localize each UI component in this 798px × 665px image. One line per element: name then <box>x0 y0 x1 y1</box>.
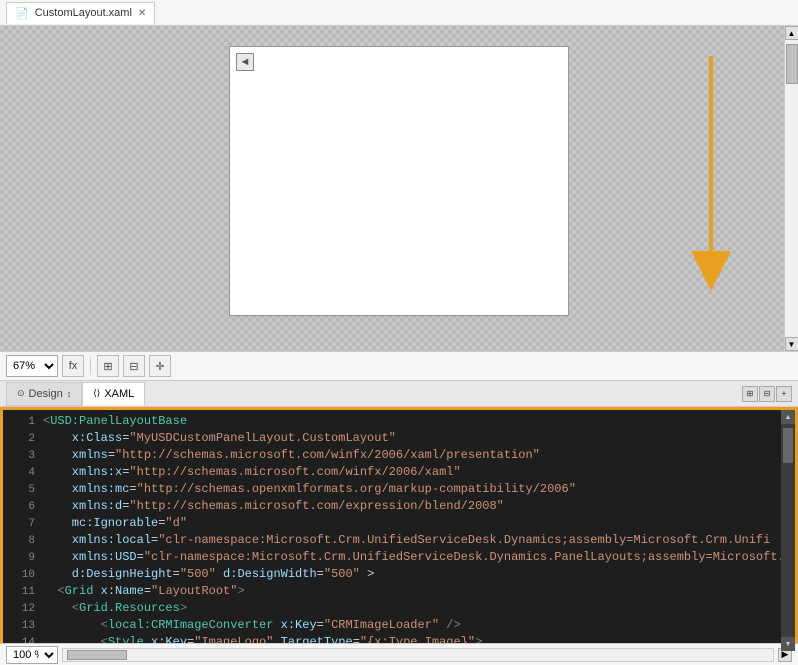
panel-toggle-2[interactable]: ⊟ <box>759 386 775 402</box>
design-icon: ⊙ <box>17 388 25 399</box>
xml-editor[interactable]: ▲ ▼ 1 <USD:PanelLayoutBase 2 x:Class="My… <box>0 407 798 654</box>
xml-line-13: 13 <local:CRMImageConverter x:Key="CRMIm… <box>3 618 781 635</box>
bottom-bar: 100 % ▶ <box>0 643 798 665</box>
toolbar-separator <box>90 357 91 375</box>
canvas-vscrollbar[interactable]: ▲ ▼ <box>784 26 798 351</box>
tab-design-label: Design <box>29 388 63 400</box>
xml-line-12: 12 <Grid.Resources> <box>3 601 781 618</box>
split-view-button[interactable]: ⊟ <box>123 355 145 377</box>
title-bar: 📄 CustomLayout.xaml ✕ <box>0 0 798 26</box>
panel-toggle-3[interactable]: + <box>776 386 792 402</box>
xml-line-11: 11 <Grid x:Name="LayoutRoot" > <box>3 584 781 601</box>
tab-row: ⊙ Design ↕ ⟨⟩ XAML ⊞ ⊟ + <box>0 381 798 407</box>
xml-line-4: 4 xmlns:x="http://schemas.microsoft.com/… <box>3 465 781 482</box>
grid-view-button[interactable]: ⊞ <box>97 355 119 377</box>
collapse-button[interactable]: ◄ <box>236 53 254 71</box>
toolbar-row: 67% fx ⊞ ⊟ ✛ <box>0 351 798 381</box>
xml-line-10: 10 d:DesignHeight="500" d:DesignWidth="5… <box>3 567 781 584</box>
editor-scroll-up[interactable]: ▲ <box>781 410 795 424</box>
xml-line-3: 3 xmlns="http://schemas.microsoft.com/wi… <box>3 448 781 465</box>
tab-design-arrow: ↕ <box>67 389 72 399</box>
h-scrollbar[interactable] <box>62 648 774 662</box>
cross-button[interactable]: ✛ <box>149 355 171 377</box>
h-scroll-thumb[interactable] <box>67 650 127 660</box>
scroll-down-button[interactable]: ▼ <box>785 337 798 351</box>
xml-line-9: 9 xmlns:USD="clr-namespace:Microsoft.Crm… <box>3 550 781 567</box>
xml-line-5: 5 xmlns:mc="http://schemas.openxmlformat… <box>3 482 781 499</box>
orange-arrow-annotation <box>686 56 736 316</box>
editor-scroll-thumb[interactable] <box>783 428 793 463</box>
bottom-zoom-select[interactable]: 100 % <box>6 646 58 664</box>
scroll-up-button[interactable]: ▲ <box>785 26 798 40</box>
file-icon: 📄 <box>15 7 29 20</box>
tab-design[interactable]: ⊙ Design ↕ <box>6 382 82 406</box>
zoom-select[interactable]: 67% <box>6 355 58 377</box>
tab-xaml-label: XAML <box>104 388 134 400</box>
xaml-icon: ⟨⟩ <box>93 388 100 399</box>
editor-vscrollbar[interactable]: ▲ ▼ <box>781 410 795 651</box>
xml-line-6: 6 xmlns:d="http://schemas.microsoft.com/… <box>3 499 781 516</box>
title-tab[interactable]: 📄 CustomLayout.xaml ✕ <box>6 2 155 24</box>
close-tab-button[interactable]: ✕ <box>138 8 146 19</box>
canvas-area: ◄ ▲ ▼ <box>0 26 798 351</box>
xml-line-8: 8 xmlns:local="clr-namespace:Microsoft.C… <box>3 533 781 550</box>
xml-line-1: 1 <USD:PanelLayoutBase <box>3 414 781 431</box>
xaml-panel: ◄ <box>229 46 569 316</box>
fx-button[interactable]: fx <box>62 355 84 377</box>
tab-filename: CustomLayout.xaml <box>35 7 132 19</box>
xml-content: 1 <USD:PanelLayoutBase 2 x:Class="MyUSDC… <box>3 410 795 651</box>
xml-line-7: 7 mc:Ignorable="d" <box>3 516 781 533</box>
xml-line-2: 2 x:Class="MyUSDCustomPanelLayout.Custom… <box>3 431 781 448</box>
tab-xaml[interactable]: ⟨⟩ XAML <box>82 382 145 406</box>
scroll-thumb[interactable] <box>786 44 798 84</box>
panel-toggle-1[interactable]: ⊞ <box>742 386 758 402</box>
main-wrapper: 📄 CustomLayout.xaml ✕ ◄ ▲ ▼ 67% <box>0 0 798 665</box>
editor-scroll-down[interactable]: ▼ <box>781 637 795 651</box>
